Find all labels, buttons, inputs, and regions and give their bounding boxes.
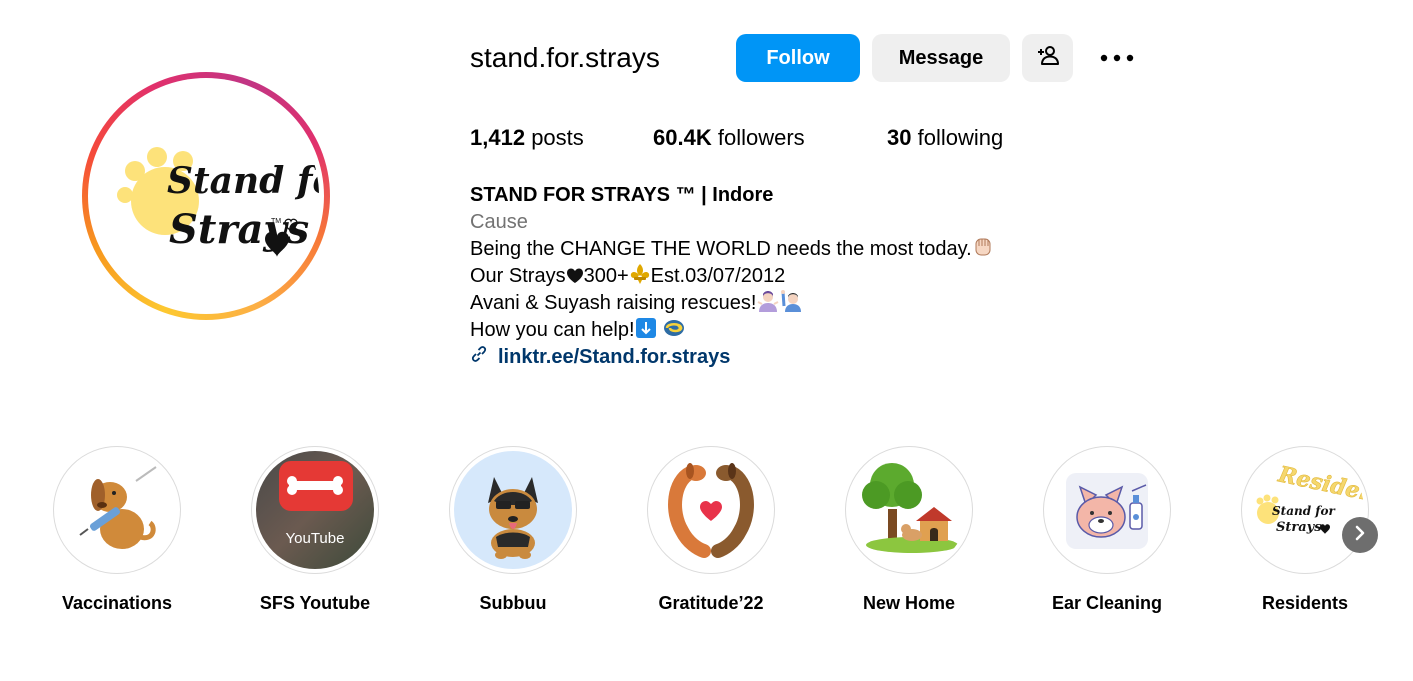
tree-doghouse-icon	[850, 451, 968, 569]
bio-line-3: Avani & Suyash raising rescues!	[470, 290, 804, 320]
highlight-sfs-youtube[interactable]: YouTube SFS Youtube	[235, 446, 395, 614]
german-shepherd-icon	[454, 451, 572, 569]
person-raising-hand-emoji	[780, 290, 804, 320]
dog-ear-cleaning-icon	[1048, 451, 1166, 569]
bio-external-link[interactable]: linktr.ee/Stand.for.strays	[470, 344, 730, 370]
raised-fist-emoji	[972, 236, 994, 266]
suggested-users-button[interactable]	[1022, 34, 1073, 82]
add-user-icon	[1036, 43, 1060, 73]
fleur-de-lis-emoji	[629, 263, 651, 293]
highlight-cover	[647, 446, 775, 574]
highlight-cover	[449, 446, 577, 574]
highlight-vaccinations[interactable]: Vaccinations	[37, 446, 197, 614]
bio-line-1: Being the CHANGE THE WORLD needs the mos…	[470, 236, 994, 266]
highlight-subbuu[interactable]: Subbuu	[433, 446, 593, 614]
followers-link[interactable]: 60.4K followers	[653, 124, 805, 152]
profile-full-name: STAND FOR STRAYS ™ | Indore	[470, 184, 774, 206]
highlight-label: Vaccinations	[61, 593, 173, 613]
avatar-border: Stand for Strays TM	[88, 78, 324, 314]
dog-syringe-icon	[58, 451, 176, 569]
bio-line-2: Our Strays 300+ Est.03/07/2012	[470, 263, 785, 293]
highlight-label: Residents	[1261, 593, 1349, 613]
link-icon	[470, 344, 488, 370]
profile-category: Cause	[470, 211, 528, 233]
highlight-label: Gratitude’22	[658, 593, 764, 613]
bio-line-4: How you can help!	[470, 317, 686, 347]
down-arrow-emoji	[635, 317, 657, 347]
highlight-gratitude22[interactable]: Gratitude’22	[631, 446, 791, 614]
youtube-icon: YouTube	[256, 451, 374, 569]
highlight-ear-cleaning[interactable]: Ear Cleaning	[1027, 446, 1187, 614]
highlight-new-home[interactable]: New Home	[829, 446, 989, 614]
black-heart-emoji	[566, 266, 584, 293]
svg-text:Stand for: Stand for	[167, 160, 319, 202]
svg-text:YouTube: YouTube	[286, 530, 345, 547]
woman-shrugging-emoji	[756, 290, 780, 320]
highlight-cover	[845, 446, 973, 574]
highlight-cover	[1043, 446, 1171, 574]
svg-text:Strays: Strays	[1276, 520, 1322, 535]
follow-button[interactable]: Follow	[736, 34, 860, 82]
svg-text:Stand for: Stand for	[1272, 504, 1336, 518]
highlight-cover	[53, 446, 181, 574]
highlight-label: Ear Cleaning	[1051, 593, 1163, 613]
highlight-cover: YouTube	[251, 446, 379, 574]
chevron-right-icon	[1353, 525, 1367, 546]
dachshunds-heart-icon	[652, 451, 770, 569]
svg-text:Strays: Strays	[169, 206, 309, 253]
message-button[interactable]: Message	[872, 34, 1010, 82]
more-options-icon	[1100, 49, 1134, 67]
more-options-button[interactable]	[1096, 40, 1138, 76]
highlight-cover: Residents Stand for Strays	[1241, 446, 1369, 574]
profile-avatar-ring[interactable]: Stand for Strays TM	[82, 72, 330, 320]
following-link[interactable]: 30 following	[887, 124, 1003, 152]
posts-count: 1,412 posts	[470, 125, 584, 150]
spiral-heart-emoji	[662, 317, 686, 347]
highlight-label: New Home	[862, 593, 956, 613]
residents-logo-icon: Residents Stand for Strays	[1246, 451, 1364, 569]
svg-text:TM: TM	[271, 218, 281, 225]
link-text[interactable]: linktr.ee/Stand.for.strays	[498, 344, 730, 370]
profile-avatar[interactable]: Stand for Strays TM	[93, 83, 319, 309]
highlight-label: SFS Youtube	[259, 593, 371, 613]
profile-username: stand.for.strays	[470, 42, 660, 73]
highlights-next-button[interactable]	[1342, 517, 1378, 553]
highlight-label: Subbuu	[479, 593, 547, 613]
